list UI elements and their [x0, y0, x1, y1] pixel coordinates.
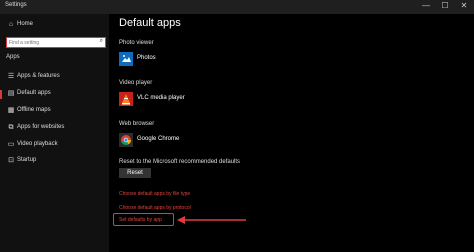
home-icon: ⌂ — [8, 21, 14, 28]
minimize-button[interactable]: — — [420, 1, 432, 10]
sidebar-item-apps-features[interactable]: ☰ Apps & features — [0, 72, 109, 83]
photos-icon — [119, 52, 133, 66]
close-button[interactable]: ✕ — [458, 1, 470, 10]
web-browser-label: Web browser — [119, 121, 155, 127]
page-title: Default apps — [119, 17, 181, 29]
photo-viewer-app-button[interactable]: Photos — [119, 52, 259, 66]
reset-label: Reset to the Microsoft recommended defau… — [119, 159, 241, 165]
sidebar-item-label: Video playback — [17, 141, 58, 147]
sidebar-item-home[interactable]: ⌂ Home — [0, 20, 109, 31]
app-name: VLC media player — [137, 95, 185, 101]
section-title: Apps — [6, 54, 20, 60]
pointer-arrow-icon — [177, 216, 246, 224]
sidebar-item-label: Apps for websites — [17, 124, 65, 130]
sidebar-item-apps-for-websites[interactable]: ⧉ Apps for websites — [0, 123, 109, 134]
app-name: Google Chrome — [137, 136, 180, 142]
chrome-icon — [119, 133, 133, 147]
highlight-box — [113, 213, 174, 226]
search-box[interactable]: ⌕ — [6, 37, 106, 48]
sidebar-item-label: Home — [17, 21, 34, 27]
sidebar: ⌂ Home ⌕ Apps ☰ Apps & features ▤ Defaul… — [0, 14, 109, 252]
link-by-protocol[interactable]: Choose default apps by protocol — [119, 205, 191, 211]
video-player-label: Video player — [119, 80, 153, 86]
sidebar-item-label: Offline maps — [17, 107, 51, 113]
video-playback-icon: ▭ — [7, 141, 15, 148]
web-browser-app-button[interactable]: Google Chrome — [119, 133, 259, 147]
sidebar-item-startup[interactable]: ⊡ Startup — [0, 156, 109, 167]
search-input[interactable] — [9, 38, 95, 47]
sidebar-item-offline-maps[interactable]: ▦ Offline maps — [0, 106, 109, 117]
apps-for-websites-icon: ⧉ — [8, 124, 14, 131]
sidebar-item-default-apps[interactable]: ▤ Default apps — [0, 89, 109, 100]
link-by-file-type[interactable]: Choose default apps by file type — [119, 191, 190, 197]
vlc-icon — [119, 92, 133, 106]
title-bar: Settings — ☐ ✕ — [0, 0, 474, 14]
search-icon[interactable]: ⌕ — [100, 38, 103, 45]
sidebar-item-label: Apps & features — [17, 73, 60, 79]
startup-icon: ⊡ — [8, 157, 14, 164]
default-apps-icon: ▤ — [7, 90, 15, 97]
video-player-app-button[interactable]: VLC media player — [119, 92, 259, 106]
sidebar-item-label: Startup — [17, 157, 37, 163]
photo-viewer-label: Photo viewer — [119, 40, 154, 46]
sidebar-item-video-playback[interactable]: ▭ Video playback — [0, 140, 109, 151]
window-title: Settings — [5, 2, 27, 8]
apps-features-icon: ☰ — [7, 73, 15, 80]
reset-button[interactable]: Reset — [119, 168, 151, 178]
sidebar-item-label: Default apps — [17, 90, 51, 96]
app-name: Photos — [137, 55, 156, 61]
maximize-button[interactable]: ☐ — [439, 1, 451, 10]
offline-maps-icon: ▦ — [7, 107, 15, 114]
